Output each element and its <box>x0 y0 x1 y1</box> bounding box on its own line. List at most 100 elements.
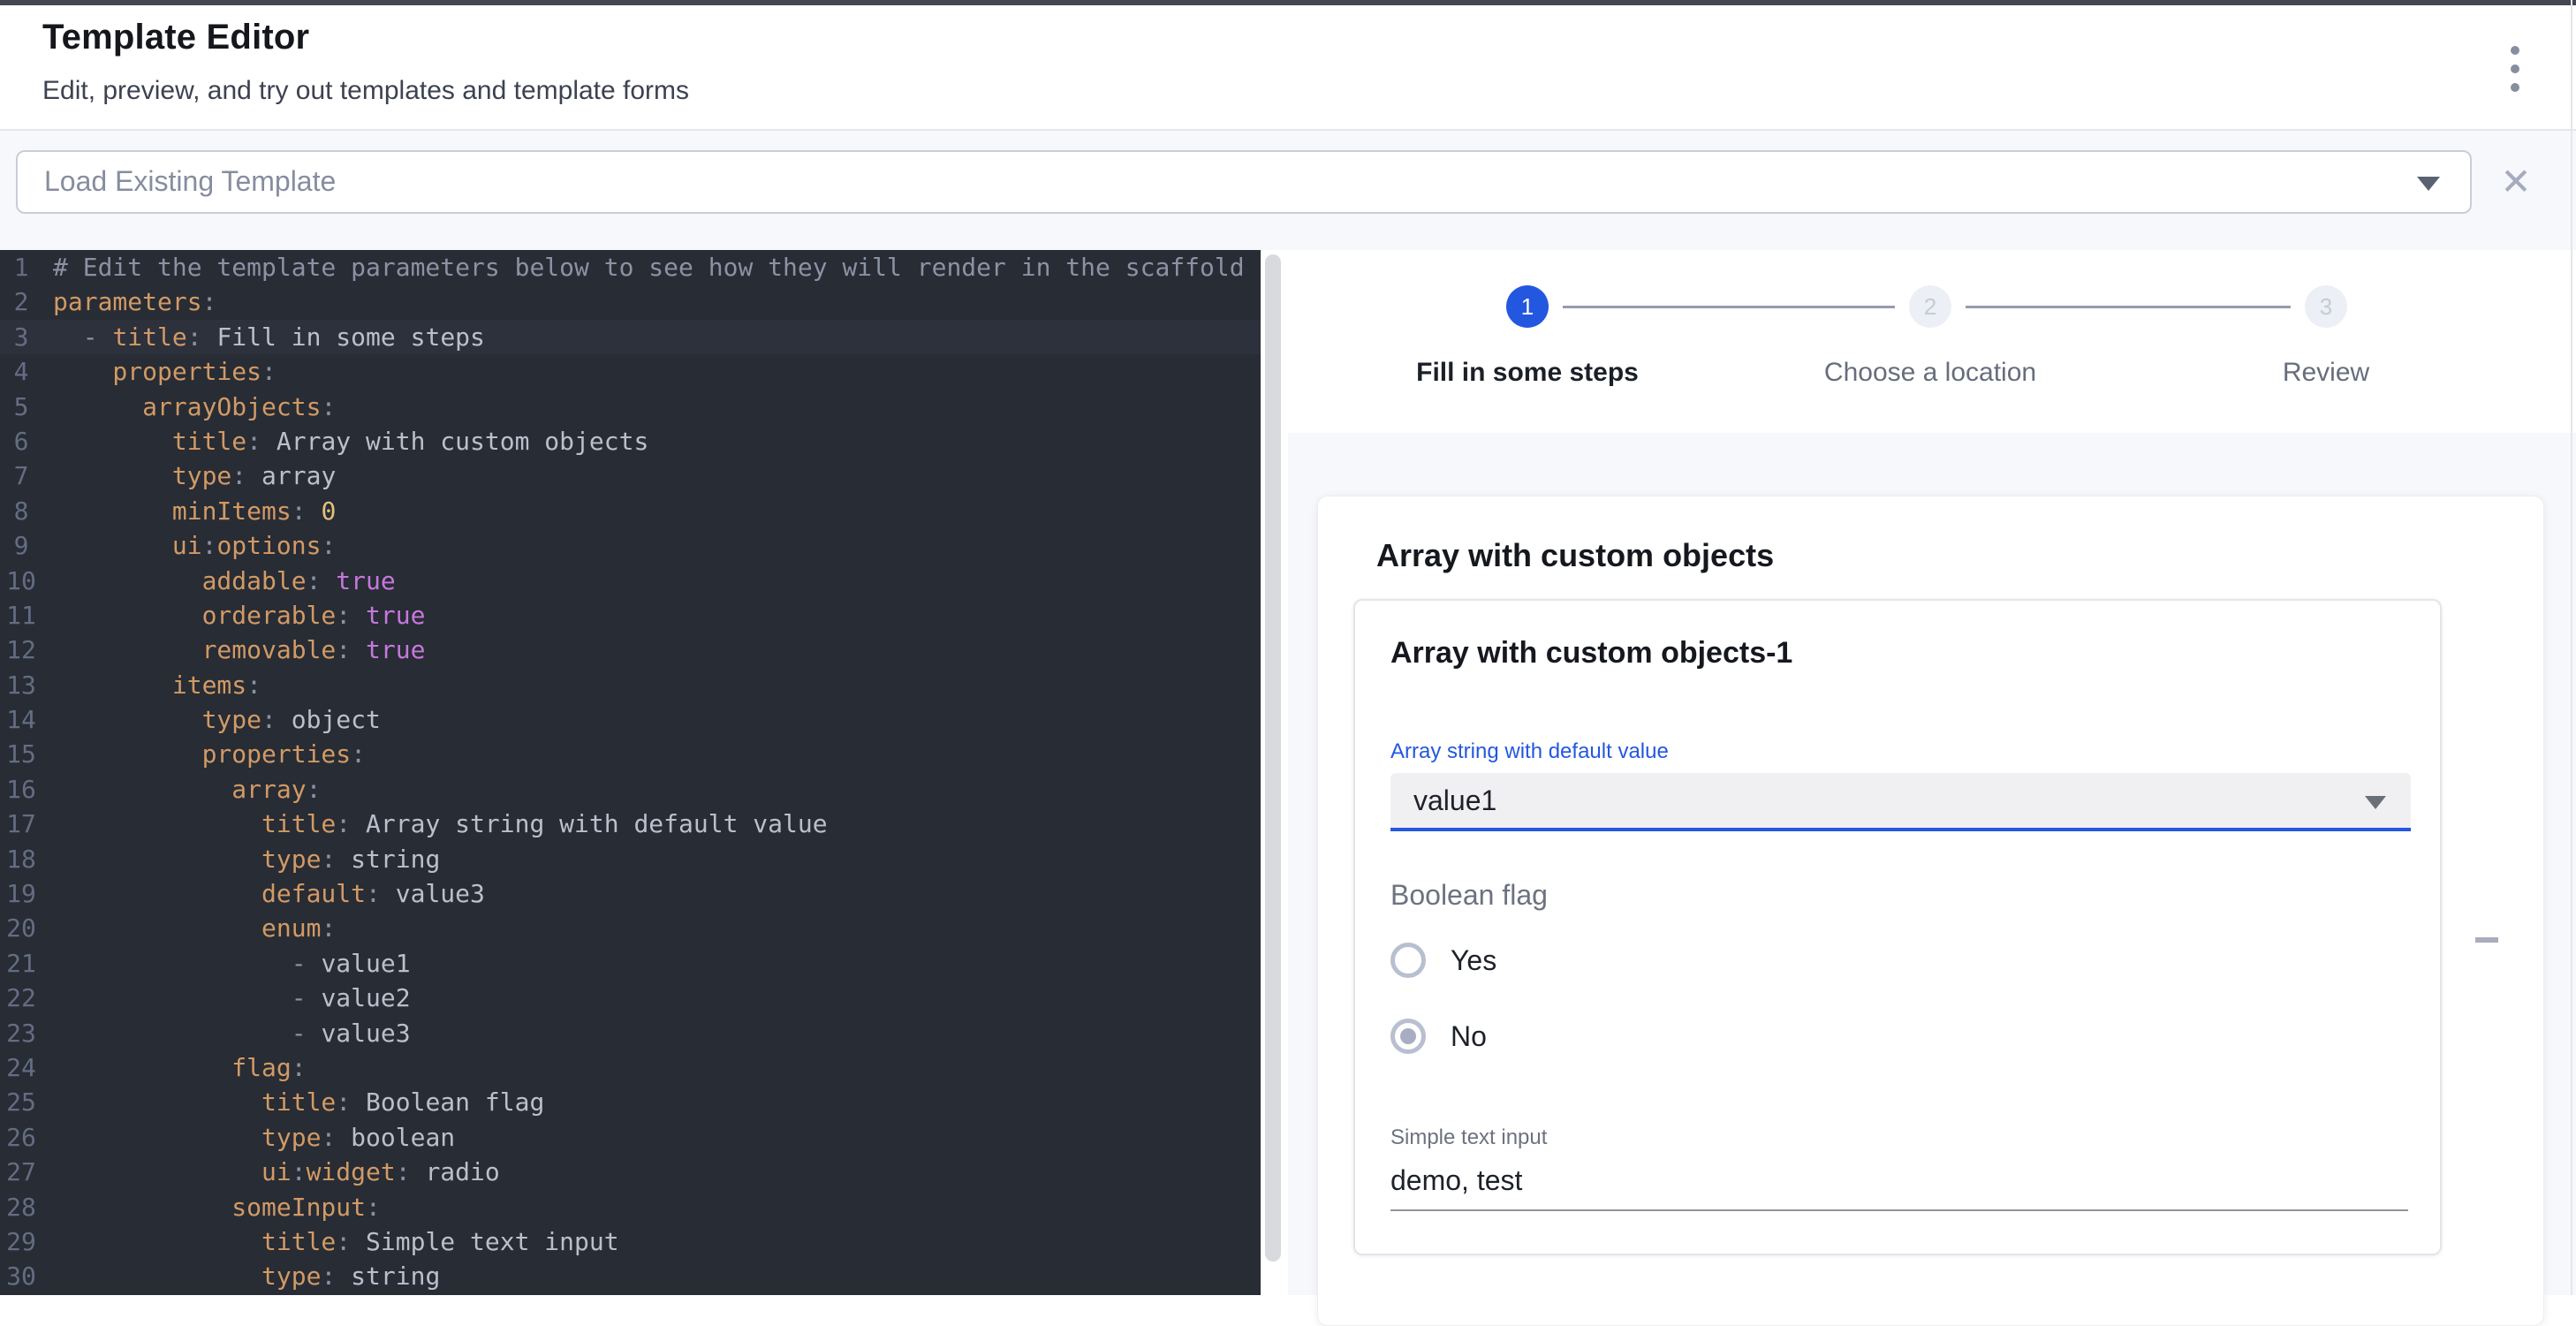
code-text: flag: <box>42 1050 307 1085</box>
code-line[interactable]: 21 - value1 <box>0 946 1261 981</box>
code-text: minItems: 0 <box>42 494 336 528</box>
code-line[interactable]: 26 type: boolean <box>0 1120 1261 1155</box>
step-connector <box>1563 306 1895 308</box>
code-line[interactable]: 23 - value3 <box>0 1016 1261 1050</box>
code-line[interactable]: 11 orderable: true <box>0 598 1261 633</box>
form-section-title: Array with custom objects <box>1376 537 2543 574</box>
line-number: 23 <box>0 1016 42 1050</box>
code-text: items: <box>42 668 261 702</box>
code-text: arrayObjects: <box>42 390 336 424</box>
line-number: 17 <box>0 807 42 841</box>
step-label-3[interactable]: Review <box>2140 358 2512 388</box>
code-line[interactable]: 5 arrayObjects: <box>0 390 1261 424</box>
line-number: 10 <box>0 564 42 598</box>
code-line[interactable]: 7 type: array <box>0 458 1261 493</box>
step-circle-3[interactable]: 3 <box>2305 285 2347 328</box>
remove-array-item-button[interactable] <box>2455 908 2519 972</box>
code-text: orderable: true <box>42 598 425 633</box>
line-number: 29 <box>0 1224 42 1259</box>
code-line[interactable]: 10 addable: true <box>0 564 1261 598</box>
code-line[interactable]: 15 properties: <box>0 737 1261 771</box>
load-existing-template-select[interactable]: Load Existing Template <box>16 150 2472 214</box>
code-line[interactable]: 18 type: string <box>0 842 1261 876</box>
code-line[interactable]: 22 - value2 <box>0 981 1261 1015</box>
code-line[interactable]: 19 default: value3 <box>0 876 1261 911</box>
code-line[interactable]: 2parameters: <box>0 284 1261 319</box>
code-line[interactable]: 8 minItems: 0 <box>0 494 1261 528</box>
code-text: ui:widget: radio <box>42 1155 500 1189</box>
code-line[interactable]: 25 title: Boolean flag <box>0 1085 1261 1119</box>
yaml-code-editor[interactable]: 1# Edit the template parameters below to… <box>0 250 1261 1295</box>
editor-scrollbar-thumb[interactable] <box>1265 254 1281 1262</box>
step-circle-1[interactable]: 1 <box>1506 285 1549 328</box>
line-number: 8 <box>0 494 42 528</box>
code-text: default: value3 <box>42 876 485 911</box>
code-line[interactable]: 24 flag: <box>0 1050 1261 1085</box>
code-text: parameters: <box>42 284 216 319</box>
code-text: type: boolean <box>42 1120 455 1155</box>
form-section-card: Array with custom objects Array with cus… <box>1317 496 2544 1326</box>
code-text: addable: true <box>42 564 396 598</box>
code-text: title: Array with custom objects <box>42 424 648 458</box>
line-number: 3 <box>0 320 42 354</box>
simple-text-input-field[interactable]: Simple text input demo, test <box>1390 1125 2408 1211</box>
code-text: # Edit the template parameters below to … <box>42 250 1245 284</box>
radio-option-yes[interactable]: Yes <box>1390 933 2405 988</box>
line-number: 27 <box>0 1155 42 1189</box>
code-line[interactable]: 3 - title: Fill in some steps <box>0 320 1261 354</box>
boolean-flag-field: Boolean flag YesNo <box>1390 879 2405 1064</box>
code-line[interactable]: 4 properties: <box>0 354 1261 389</box>
array-string-select[interactable]: value1 <box>1390 773 2411 831</box>
step-label-2[interactable]: Choose a location <box>1745 358 2116 388</box>
line-number: 20 <box>0 911 42 945</box>
radio-selected-icon[interactable] <box>1390 1019 1426 1054</box>
minus-icon <box>2475 937 2498 943</box>
code-text: type: object <box>42 702 381 737</box>
code-line[interactable]: 27 ui:widget: radio <box>0 1155 1261 1189</box>
page-subtitle: Edit, preview, and try out templates and… <box>42 76 689 106</box>
code-line[interactable]: 28 someInput: <box>0 1190 1261 1224</box>
line-number: 4 <box>0 354 42 389</box>
line-number: 7 <box>0 458 42 493</box>
code-line[interactable]: 6 title: Array with custom objects <box>0 424 1261 458</box>
code-line[interactable]: 13 items: <box>0 668 1261 702</box>
line-number: 2 <box>0 284 42 319</box>
step-label-1[interactable]: Fill in some steps <box>1342 358 1713 388</box>
template-loader-section: Load Existing Template ✕ <box>0 131 2576 250</box>
code-line[interactable]: 14 type: object <box>0 702 1261 737</box>
radio-options: Yes No <box>1390 933 2405 1064</box>
code-line[interactable]: 17 title: Array string with default valu… <box>0 807 1261 841</box>
line-number: 12 <box>0 633 42 667</box>
text-field-value: demo, test <box>1390 1164 2408 1197</box>
clear-template-button[interactable]: ✕ <box>2491 157 2541 207</box>
dropdown-caret-icon <box>2365 796 2386 809</box>
code-line[interactable]: 12 removable: true <box>0 633 1261 667</box>
code-lines: 1# Edit the template parameters below to… <box>0 250 1261 1294</box>
code-line[interactable]: 20 enum: <box>0 911 1261 945</box>
code-line[interactable]: 29 title: Simple text input <box>0 1224 1261 1259</box>
array-item-card: Array with custom objects-1 Array string… <box>1353 599 2442 1255</box>
array-item-title: Array with custom objects-1 <box>1390 636 2405 671</box>
code-line[interactable]: 30 type: string <box>0 1259 1261 1293</box>
line-number: 11 <box>0 598 42 633</box>
line-number: 15 <box>0 737 42 771</box>
radio-option-label: Yes <box>1451 944 1496 977</box>
radio-option-label: No <box>1451 1020 1487 1053</box>
code-text: properties: <box>42 354 277 389</box>
code-line[interactable]: 9 ui:options: <box>0 528 1261 563</box>
line-number: 21 <box>0 946 42 981</box>
kebab-menu-button[interactable] <box>2483 27 2547 111</box>
radio-option-no[interactable]: No <box>1390 1009 2405 1064</box>
array-item-row: Array with custom objects-1 Array string… <box>1353 599 2508 1255</box>
line-number: 18 <box>0 842 42 876</box>
code-text: array: <box>42 772 321 807</box>
code-line[interactable]: 16 array: <box>0 772 1261 807</box>
line-number: 6 <box>0 424 42 458</box>
code-line[interactable]: 1# Edit the template parameters below to… <box>0 250 1261 284</box>
select-field-label: Array string with default value <box>1390 739 2411 764</box>
step-circle-2[interactable]: 2 <box>1909 285 1951 328</box>
line-number: 16 <box>0 772 42 807</box>
radio-unselected-icon[interactable] <box>1390 943 1426 978</box>
code-text: - value1 <box>42 946 411 981</box>
kebab-menu-icon <box>2511 83 2519 92</box>
